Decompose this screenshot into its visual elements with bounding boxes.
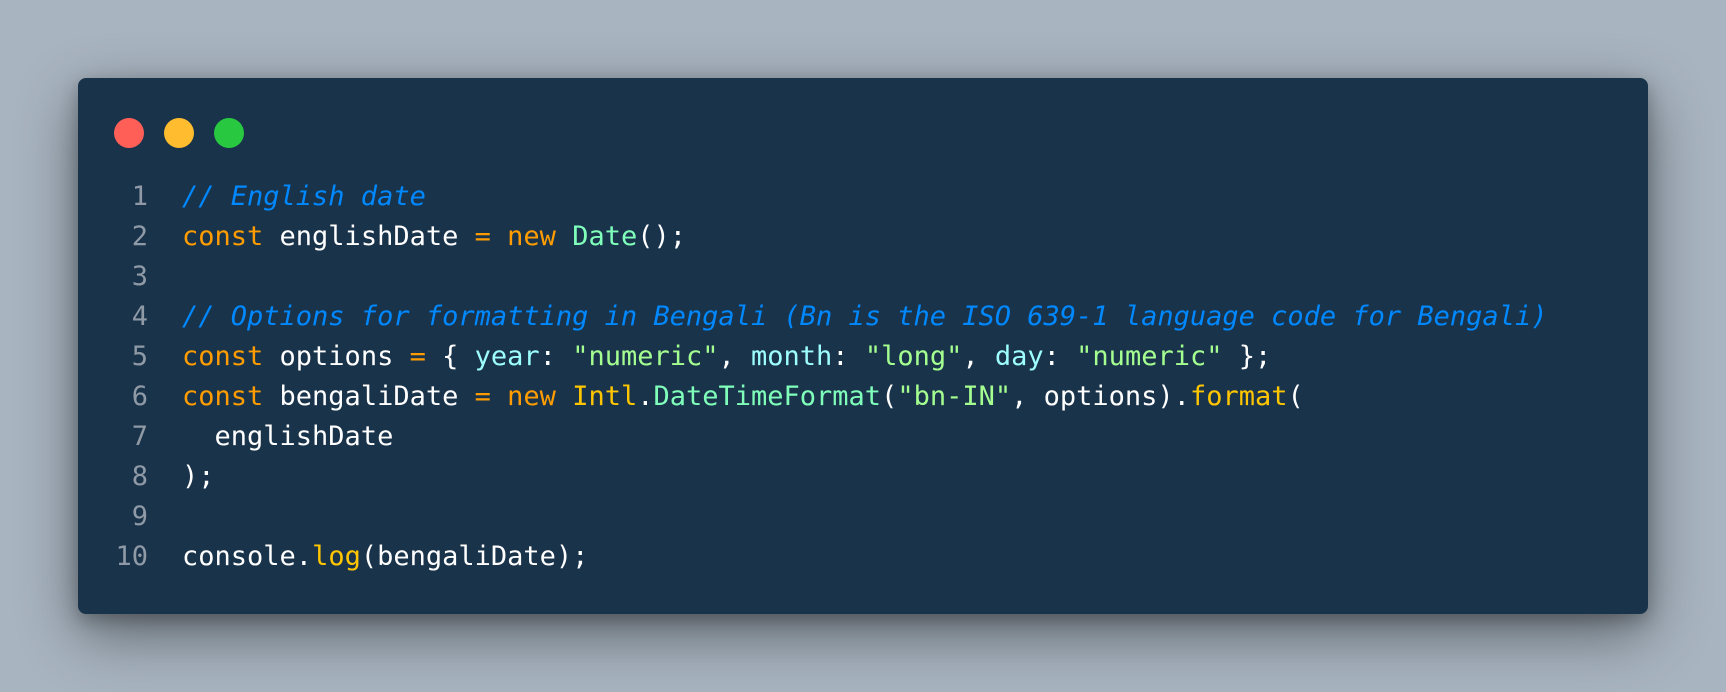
code-token: : (539, 341, 573, 372)
code-token: , (962, 341, 995, 372)
code-token: ( (1287, 381, 1304, 412)
close-button[interactable] (114, 118, 144, 148)
code-token: day (994, 341, 1044, 372)
code-line: 7 englishDate (78, 417, 1648, 457)
line-source: // English date (182, 177, 426, 217)
line-number: 6 (131, 381, 148, 412)
code-token: year (474, 341, 540, 372)
code-token: , (718, 341, 752, 372)
code-line: 3 (78, 257, 1648, 297)
code-line: 8); (78, 457, 1648, 497)
code-token: . (295, 541, 313, 572)
code-token: (bengaliDate); (360, 541, 589, 572)
line-number: 8 (131, 461, 148, 492)
code-token: = (409, 341, 426, 372)
code-window: 1 // English date 2 const englishDate = new… (78, 78, 1648, 614)
code-token: (); (637, 221, 686, 252)
code-editor[interactable]: 1 // English date 2 const englishDate = new… (78, 177, 1648, 577)
line-number: 4 (131, 301, 148, 332)
code-line: 4 // Options for formatting in Bengali (B… (78, 297, 1648, 337)
window-controls (114, 118, 244, 148)
code-token: "numeric" (1076, 341, 1223, 372)
line-source: const options = { year: "numeric", month… (182, 337, 1271, 377)
code-token: bengaliDate (263, 381, 475, 412)
code-token: Intl (572, 381, 638, 412)
line-number: 1 (131, 181, 148, 212)
minimize-button[interactable] (164, 118, 194, 148)
line-number: 2 (131, 221, 148, 252)
code-token: }; (1222, 341, 1272, 372)
code-token: englishDate (182, 421, 394, 452)
line-source: const bengaliDate = new Intl.DateTimeFor… (182, 377, 1304, 417)
code-token: // English date (182, 181, 426, 212)
line-source: ); (182, 457, 215, 497)
code-line: 5 const options = { year: "numeric", mont… (78, 337, 1648, 377)
code-token: // Options for formatting in Bengali (Bn… (182, 301, 1548, 332)
line-number: 9 (131, 501, 148, 532)
code-token: . (637, 381, 654, 412)
code-token: console (182, 541, 296, 572)
code-line: 2 const englishDate = new Date(); (78, 217, 1648, 257)
code-token: const (182, 221, 264, 252)
code-token: Date (572, 221, 638, 252)
code-token: englishDate (263, 221, 475, 252)
code-token: month (751, 341, 833, 372)
code-token: options (263, 341, 410, 372)
code-token: { (425, 341, 475, 372)
code-token: new (507, 381, 556, 412)
code-token: : (1043, 341, 1077, 372)
code-token: ); (182, 461, 215, 492)
code-token: "long" (864, 341, 963, 372)
code-line: 10 console.log(bengaliDate); (78, 537, 1648, 577)
code-token: , options). (1011, 381, 1190, 412)
line-number: 3 (131, 261, 148, 292)
code-token: ( (881, 381, 898, 412)
code-token: = (474, 381, 491, 412)
code-token: "bn-IN" (897, 381, 1012, 412)
code-token: log (312, 541, 361, 572)
code-token: "numeric" (572, 341, 719, 372)
line-number: 10 (115, 541, 148, 572)
line-source: englishDate (182, 417, 394, 457)
line-number: 5 (131, 341, 148, 372)
maximize-button[interactable] (214, 118, 244, 148)
code-line: 6 const bengaliDate = new Intl.DateTimeFo… (78, 377, 1648, 417)
code-token: = (474, 221, 491, 252)
code-token: const (182, 381, 264, 412)
line-source: // Options for formatting in Bengali (Bn… (182, 297, 1547, 337)
code-token: DateTimeFormat (653, 381, 882, 412)
code-line: 1 // English date (78, 177, 1648, 217)
code-line: 9 (78, 497, 1648, 537)
code-token: : (832, 341, 865, 372)
line-source: const englishDate = new Date(); (182, 217, 686, 257)
code-token: const (182, 341, 264, 372)
code-token: format (1189, 381, 1288, 412)
line-number: 7 (131, 421, 148, 452)
line-source: console.log(bengaliDate); (182, 537, 588, 577)
code-token: new (507, 221, 556, 252)
